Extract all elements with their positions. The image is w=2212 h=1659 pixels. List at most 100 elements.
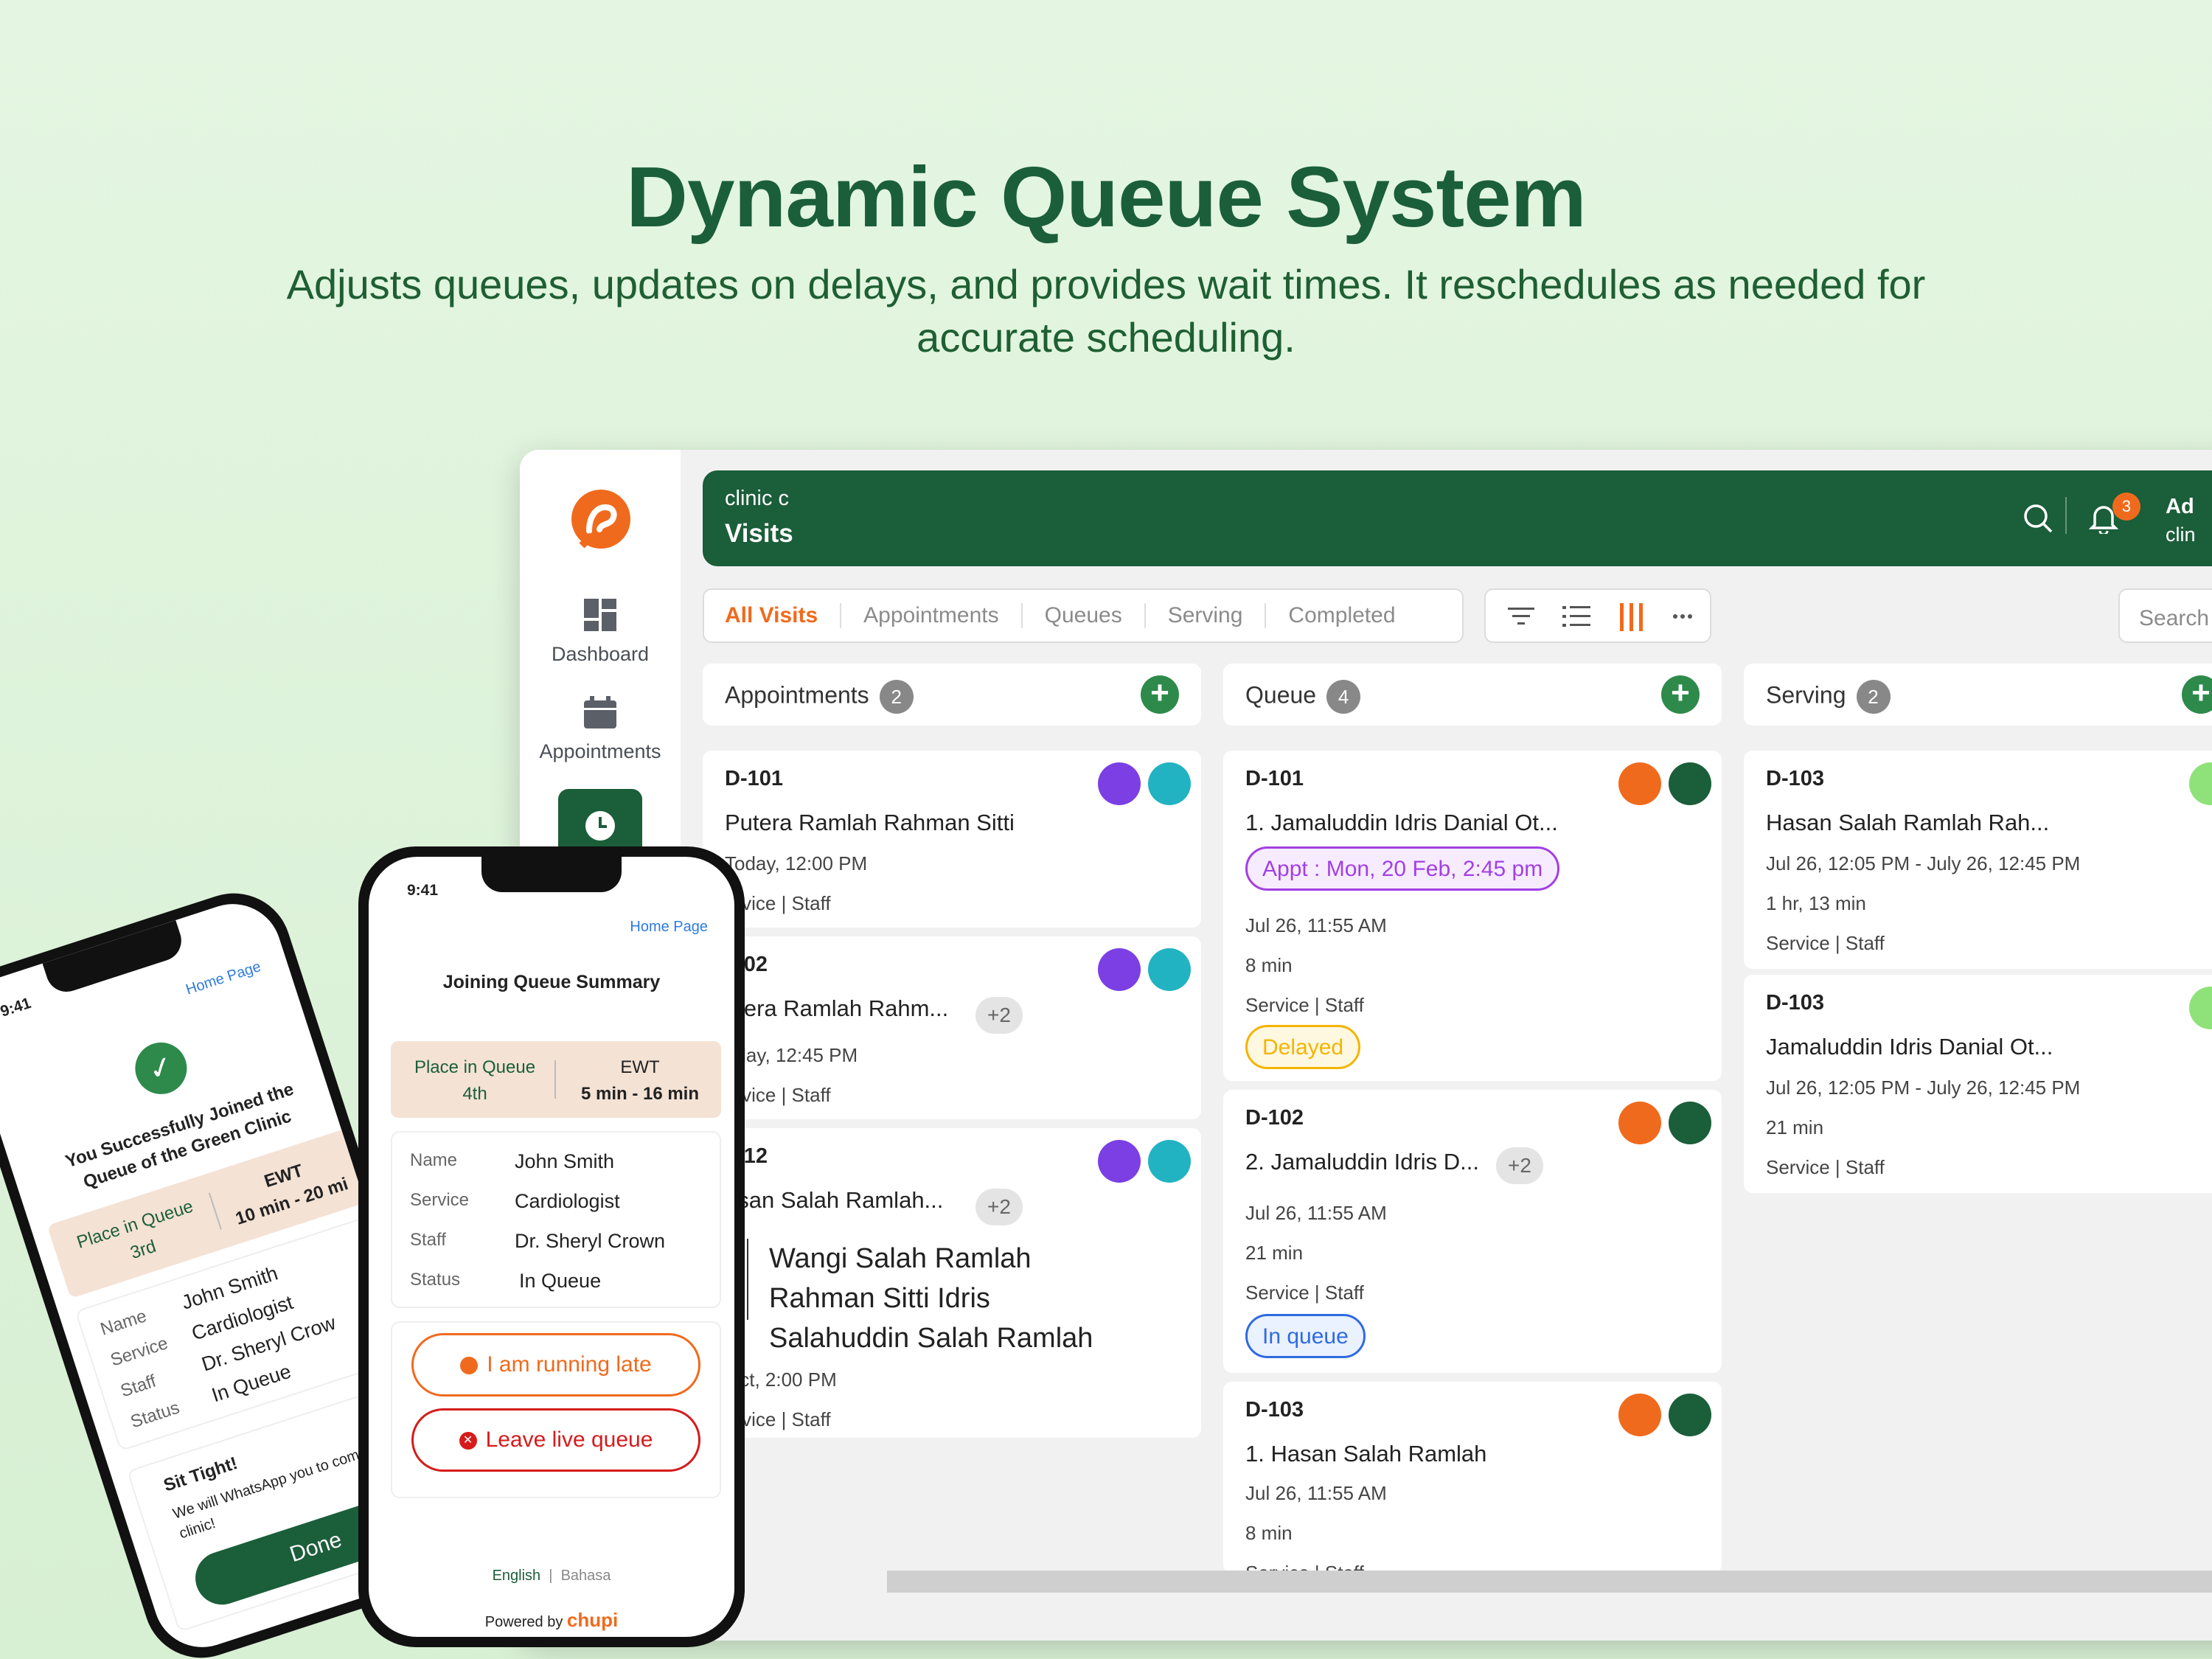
search-input[interactable]: Search bbox=[2118, 588, 2212, 643]
calendar-action-icon[interactable] bbox=[1098, 948, 1141, 991]
add-serving-button[interactable]: + bbox=[2182, 675, 2212, 714]
wait-time: 8 min bbox=[1245, 954, 1293, 976]
serving-card[interactable]: D-103 Hasan Salah Ramlah Rah... Jul 26, … bbox=[1744, 751, 2212, 969]
calendar-action-icon[interactable] bbox=[1098, 1140, 1141, 1183]
user-clinic: clin bbox=[2166, 524, 2196, 546]
add-appointment-button[interactable]: + bbox=[1141, 675, 1179, 714]
horizontal-scrollbar[interactable] bbox=[887, 1571, 2212, 1593]
powered-by: Powered by chupi bbox=[369, 1609, 734, 1632]
appointment-card[interactable]: D-101 Putera Ramlah Rahman Sitti Today, … bbox=[703, 751, 1201, 928]
service-staff: Service | Staff bbox=[1766, 1156, 1885, 1178]
leave-queue-button[interactable]: ✕ Leave live queue bbox=[411, 1408, 700, 1472]
queue-card[interactable]: D-103 1. Hasan Salah Ramlah Jul 26, 11:5… bbox=[1223, 1382, 1722, 1573]
board-view-icon[interactable] bbox=[1618, 603, 1645, 631]
queue-card[interactable]: D-102 2. Jamaluddin Idris D... +2 Jul 26… bbox=[1223, 1090, 1722, 1373]
queue-card[interactable]: D-101 1. Jamaluddin Idris Danial Ot... A… bbox=[1223, 751, 1722, 1081]
tab-appointments[interactable]: Appointments bbox=[863, 603, 1023, 628]
sidebar-item-label: Appointments bbox=[539, 740, 661, 762]
detail-label: Name bbox=[97, 1306, 150, 1340]
detail-label: Status bbox=[410, 1270, 461, 1290]
column-title: Serving bbox=[1766, 681, 1846, 709]
tab-completed[interactable]: Completed bbox=[1288, 603, 1417, 628]
visit-id: D-101 bbox=[1245, 767, 1304, 790]
phone-notch bbox=[42, 919, 187, 998]
wait-time: 21 min bbox=[1766, 1116, 1824, 1138]
walk-in-icon[interactable] bbox=[1148, 948, 1191, 991]
user-name[interactable]: Ad bbox=[2166, 488, 2194, 525]
page-title: Visits bbox=[725, 519, 793, 548]
visit-time: oday, 12:45 PM bbox=[725, 1044, 858, 1066]
service-staff: Service | Staff bbox=[1766, 932, 1885, 954]
wait-time: 8 min bbox=[1245, 1522, 1293, 1544]
home-page-link[interactable]: Home Page bbox=[630, 919, 708, 936]
service-staff: Service | Staff bbox=[1245, 1281, 1364, 1304]
place-value: 4th bbox=[462, 1084, 487, 1104]
patient-name: 1. Hasan Salah Ramlah bbox=[1245, 1441, 1487, 1467]
filter-icon[interactable] bbox=[1508, 606, 1534, 627]
notify-bell-icon[interactable] bbox=[1618, 1102, 1661, 1144]
status-badge: In queue bbox=[1245, 1314, 1366, 1358]
detail-label: Staff bbox=[410, 1230, 446, 1250]
running-late-button[interactable]: I am running late bbox=[411, 1333, 700, 1397]
ewt-value: 5 min - 16 min bbox=[580, 1084, 700, 1104]
visit-id: D-103 bbox=[1766, 991, 1824, 1015]
status-time: 9:41 bbox=[407, 882, 439, 899]
search-icon[interactable] bbox=[2023, 503, 2053, 534]
serving-card[interactable]: D-103 Jamaluddin Idris Danial Ot... Jul … bbox=[1744, 975, 2212, 1193]
tab-queues[interactable]: Queues bbox=[1045, 603, 1146, 628]
add-queue-button[interactable]: + bbox=[1661, 675, 1700, 714]
sidebar-item-appointments[interactable]: Appointments bbox=[520, 695, 681, 763]
patient-name: utera Ramlah Rahm... bbox=[725, 995, 949, 1021]
walk-in-icon[interactable] bbox=[1148, 762, 1191, 805]
calendar-action-icon[interactable] bbox=[1098, 762, 1141, 805]
walk-in-icon[interactable] bbox=[1148, 1140, 1191, 1183]
dashboard-icon bbox=[584, 599, 616, 631]
appointment-card[interactable]: -212 asan Salah Ramlah... +2 Wangi Salah… bbox=[703, 1128, 1201, 1438]
list-item: Salahuddin Salah Ramlah bbox=[769, 1323, 1093, 1354]
patient-name: 2. Jamaluddin Idris D... bbox=[1245, 1149, 1480, 1175]
list-view-icon[interactable] bbox=[1562, 605, 1590, 628]
service-staff: Service | Staff bbox=[1245, 994, 1364, 1016]
home-page-link[interactable]: Home Page bbox=[184, 959, 263, 999]
tab-serving[interactable]: Serving bbox=[1168, 603, 1267, 628]
notify-bell-icon[interactable] bbox=[1618, 762, 1661, 805]
powered-label: Powered by bbox=[484, 1614, 563, 1630]
column-title: Appointments bbox=[725, 681, 869, 709]
detail-value: John Smith bbox=[515, 1150, 615, 1172]
more-patients-dropdown[interactable]: +2 bbox=[1496, 1147, 1543, 1184]
more-options-icon[interactable] bbox=[1673, 613, 1692, 619]
more-patients-dropdown[interactable]: +2 bbox=[975, 1189, 1023, 1225]
tab-all-visits[interactable]: All Visits bbox=[725, 603, 842, 628]
visit-id: D-101 bbox=[725, 767, 783, 790]
wait-time: 1 hr, 13 min bbox=[1766, 892, 1866, 914]
appointment-card[interactable]: -102 utera Ramlah Rahm... +2 oday, 12:45… bbox=[703, 936, 1201, 1119]
patient-name: asan Salah Ramlah... bbox=[725, 1187, 944, 1213]
visit-tabs: All Visits Appointments Queues Serving C… bbox=[703, 588, 1464, 643]
more-patients-dropdown[interactable]: +2 bbox=[975, 997, 1023, 1034]
check-in-icon[interactable] bbox=[1669, 1102, 1711, 1144]
sidebar-item-dashboard[interactable]: Dashboard bbox=[520, 597, 681, 666]
visit-time: Jul 26, 11:55 AM bbox=[1245, 1202, 1387, 1224]
list-item: Rahman Sitti Idris bbox=[769, 1283, 990, 1314]
hero-title: Dynamic Queue System bbox=[626, 149, 1587, 245]
close-icon: ✕ bbox=[459, 1432, 477, 1450]
lang-bahasa[interactable]: Bahasa bbox=[561, 1568, 611, 1584]
phone-notch bbox=[481, 857, 622, 892]
group-members-list: Wangi Salah Ramlah Rahman Sitti Idris Sa… bbox=[769, 1239, 1093, 1358]
check-in-icon[interactable] bbox=[1669, 1394, 1711, 1436]
visit-time-range: Jul 26, 12:05 PM - July 26, 12:45 PM bbox=[1766, 852, 2081, 874]
clock-icon bbox=[585, 811, 615, 841]
double-check-icon[interactable] bbox=[2189, 987, 2212, 1029]
lang-english[interactable]: English bbox=[493, 1568, 541, 1584]
count-badge: 2 bbox=[1856, 680, 1891, 714]
double-check-icon[interactable] bbox=[2189, 762, 2212, 805]
sidebar-item-label: Dashboard bbox=[551, 643, 650, 665]
notify-bell-icon[interactable] bbox=[1618, 1394, 1661, 1436]
calendar-icon bbox=[584, 696, 616, 728]
check-in-icon[interactable] bbox=[1669, 762, 1711, 805]
main-content: clinic c Visits 3 Ad clin All Visits App… bbox=[681, 450, 2212, 1641]
visit-id: D-103 bbox=[1245, 1398, 1304, 1422]
ewt-label: EWT bbox=[262, 1161, 306, 1192]
divider bbox=[2065, 497, 2067, 534]
visit-time-range: Jul 26, 12:05 PM - July 26, 12:45 PM bbox=[1766, 1077, 2081, 1099]
